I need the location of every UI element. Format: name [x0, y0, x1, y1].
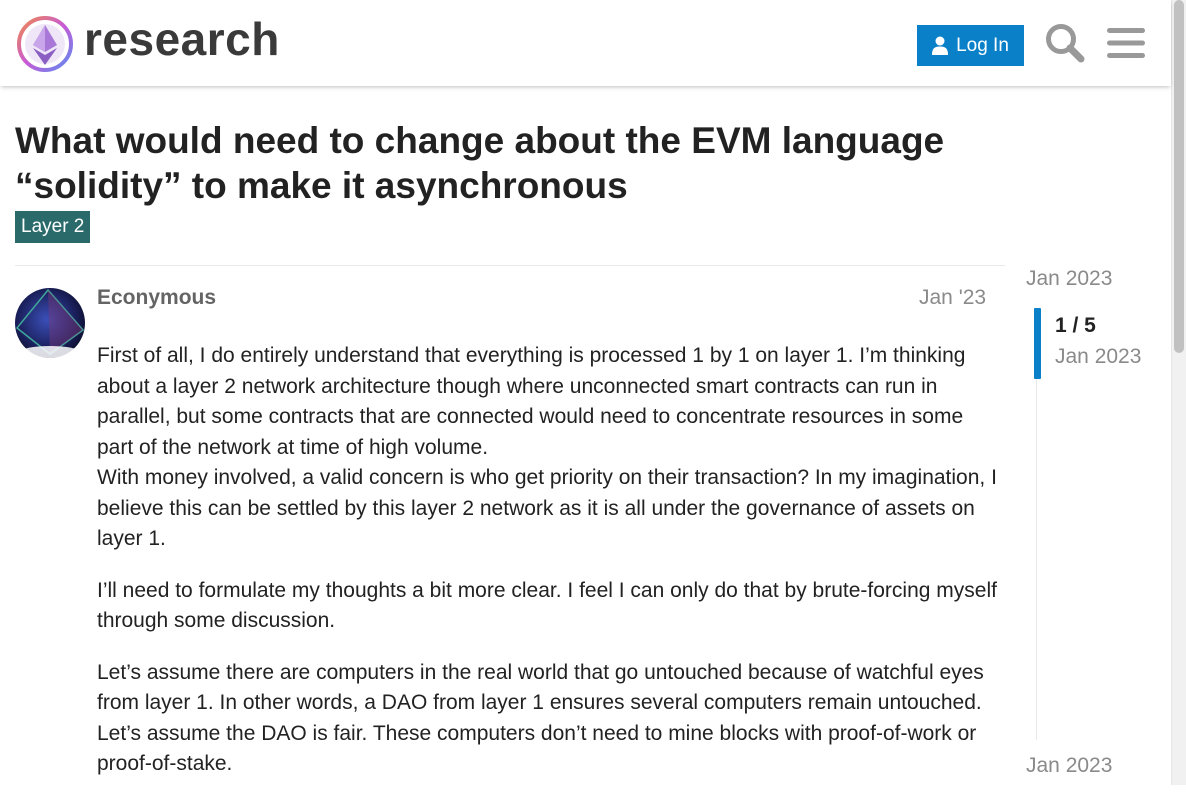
post-paragraph-text: First of all, I do entirely understand t…: [97, 344, 966, 459]
post-body: First of all, I do entirely understand t…: [97, 341, 997, 801]
post-paragraph: Let’s assume there are computers in the …: [97, 660, 984, 776]
post-author[interactable]: Econymous: [97, 286, 216, 310]
timeline-end-date[interactable]: Jan 2023: [1026, 754, 1112, 778]
divider: [15, 265, 1005, 266]
category-badge[interactable]: Layer 2: [15, 211, 91, 243]
post-paragraph: I’ll need to formulate my thoughts a bit…: [97, 578, 997, 633]
user-icon: [932, 36, 949, 55]
post-date[interactable]: Jan '23: [919, 286, 986, 310]
site-header: research Log In: [0, 0, 1171, 86]
timeline-start-date[interactable]: Jan 2023: [1026, 267, 1112, 291]
timeline-scroll-handle[interactable]: [1034, 308, 1041, 379]
timeline-current-date: Jan 2023: [1055, 345, 1142, 368]
timeline-position: 1 / 5: [1055, 314, 1096, 337]
ethereum-logo-icon[interactable]: [16, 15, 74, 73]
site-name[interactable]: research: [84, 12, 280, 66]
login-button[interactable]: Log In: [917, 25, 1024, 66]
post-paragraph-text: With money involved, a valid concern is …: [97, 466, 997, 550]
post-paragraph: First of all, I do entirely understand t…: [97, 341, 997, 555]
login-label: Log In: [956, 34, 1009, 56]
topic-title[interactable]: What would need to change about the EVM …: [15, 118, 1015, 208]
hamburger-menu-icon[interactable]: [1105, 22, 1147, 64]
scrollbar-thumb[interactable]: [1174, 0, 1184, 353]
avatar[interactable]: [15, 288, 85, 358]
search-icon[interactable]: [1044, 22, 1086, 64]
